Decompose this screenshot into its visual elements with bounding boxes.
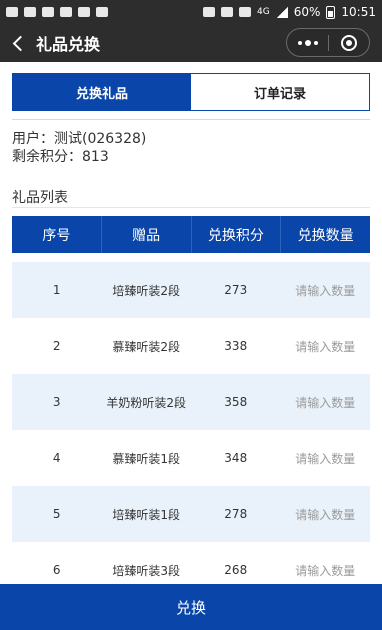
row-gift: 培臻听装2段: [112, 283, 181, 298]
wechat-icon: [78, 7, 90, 17]
row-points: 348: [224, 451, 248, 465]
message-icon: [6, 7, 18, 17]
system-icons: 4G 60% 10:51: [203, 5, 376, 19]
clock: 10:51: [341, 5, 376, 19]
row-points: 278: [224, 507, 248, 521]
row-index: 1: [52, 283, 61, 297]
row-gift: 培臻听装3段: [112, 563, 181, 578]
redeem-button[interactable]: 兑换: [0, 584, 382, 630]
remaining-points: 剩余积分：813: [12, 149, 109, 165]
row-index: 6: [52, 563, 61, 577]
row-gift: 慕臻听装1段: [112, 451, 181, 466]
tab-bar: 兑换礼品 订单记录: [12, 73, 370, 111]
back-icon[interactable]: [0, 24, 36, 62]
user-info: 用户：测试(026328) 剩余积分：813: [12, 130, 146, 166]
row-points: 273: [224, 283, 248, 297]
table-row: 4 慕臻听装1段 348 请输入数量: [12, 430, 370, 486]
mute-icon: [203, 7, 216, 17]
user-name: 用户：测试(026328): [12, 131, 147, 147]
signal-icon: [275, 6, 288, 18]
status-bar: 4G 60% 10:51: [0, 0, 382, 24]
header-index: 序号: [12, 216, 102, 253]
gift-table: 1 培臻听装2段 273 请输入数量 2 慕臻听装2段 338 请输入数量 3 …: [12, 262, 370, 598]
table-header: 序号 赠品 兑换积分 兑换数量: [12, 216, 370, 253]
header-gift: 赠品: [102, 216, 192, 253]
gift-list-title: 礼品列表: [12, 190, 68, 206]
row-points: 358: [224, 395, 248, 409]
row-index: 4: [52, 451, 61, 465]
row-index: 3: [52, 395, 61, 409]
tab-order-records[interactable]: 订单记录: [191, 74, 369, 110]
wifi-icon: [239, 7, 252, 17]
quantity-input[interactable]: 请输入数量: [281, 562, 371, 579]
quantity-input[interactable]: 请输入数量: [281, 282, 371, 299]
image-icon: [24, 7, 36, 17]
quantity-input[interactable]: 请输入数量: [281, 394, 371, 411]
row-gift: 羊奶粉听装2段: [106, 395, 187, 410]
mini-program-capsule: [286, 28, 370, 57]
nav-bar: 礼品兑换: [0, 24, 382, 62]
table-row: 1 培臻听装2段 273 请输入数量: [12, 262, 370, 318]
divider: [12, 119, 370, 120]
row-index: 2: [52, 339, 61, 353]
row-gift: 培臻听装1段: [112, 507, 181, 522]
wechat-icon: [60, 7, 72, 17]
quantity-input[interactable]: 请输入数量: [281, 450, 371, 467]
tab-redeem-gifts[interactable]: 兑换礼品: [13, 74, 191, 110]
alarm-icon: [221, 7, 234, 17]
divider: [12, 207, 370, 208]
page-title: 礼品兑换: [36, 35, 101, 54]
header-quantity: 兑换数量: [297, 227, 354, 244]
network-type: 4G: [257, 7, 270, 17]
quantity-input[interactable]: 请输入数量: [281, 506, 371, 523]
row-index: 5: [52, 507, 61, 521]
row-gift: 慕臻听装2段: [112, 339, 181, 354]
notification-icons: [6, 7, 108, 17]
row-points: 338: [224, 339, 248, 353]
quantity-input[interactable]: 请输入数量: [281, 338, 371, 355]
battery-icon: [326, 5, 336, 19]
battery-percent: 60%: [293, 5, 321, 19]
header-points: 兑换积分: [192, 216, 282, 253]
table-row: 2 慕臻听装2段 338 请输入数量: [12, 318, 370, 374]
table-row: 3 羊奶粉听装2段 358 请输入数量: [12, 374, 370, 430]
more-icon[interactable]: [287, 29, 328, 56]
row-points: 268: [224, 563, 248, 577]
wechat-icon: [42, 7, 54, 17]
table-row: 5 培臻听装1段 278 请输入数量: [12, 486, 370, 542]
search-icon: [96, 7, 108, 17]
close-icon[interactable]: [329, 29, 369, 56]
